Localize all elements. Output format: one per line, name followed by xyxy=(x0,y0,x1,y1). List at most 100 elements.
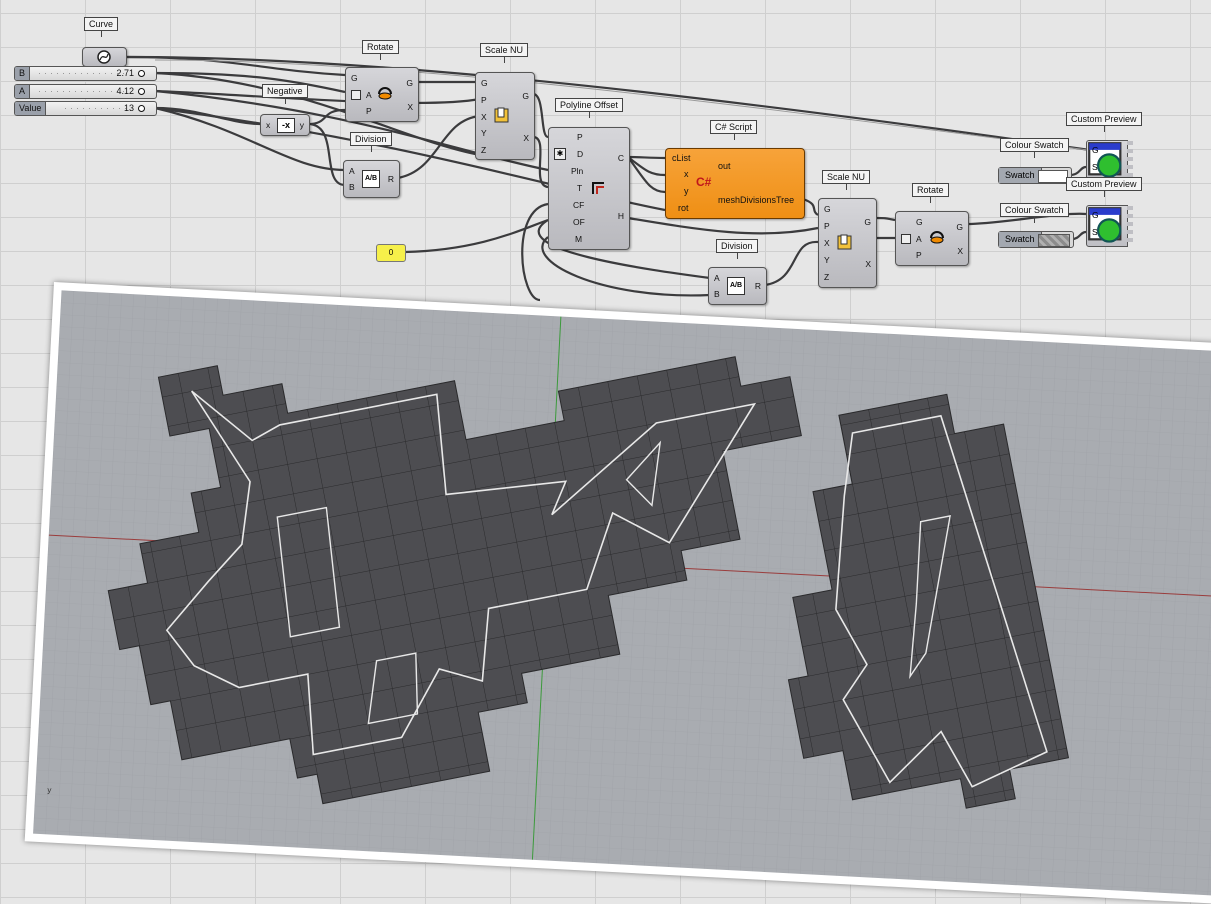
polyline-offset-input-pln[interactable]: Pln xyxy=(571,166,583,176)
rotate2-output-x[interactable]: X xyxy=(957,246,963,256)
wire xyxy=(307,122,346,187)
slider-a-grip[interactable] xyxy=(138,88,145,95)
csharp-output-out[interactable]: out xyxy=(718,161,731,172)
division2-input-b[interactable]: B xyxy=(714,289,720,299)
scale-nu1-input-x[interactable]: X xyxy=(481,112,487,122)
rotate2-component[interactable]: G A P G X xyxy=(895,211,969,266)
scale-nu2-input-g[interactable]: G xyxy=(824,204,831,214)
colour-swatch2-chip[interactable] xyxy=(1038,234,1070,247)
custom-preview1-input-s[interactable]: S xyxy=(1092,162,1098,172)
polyline-offset-icon xyxy=(592,182,604,194)
angle-toggle-icon[interactable] xyxy=(901,234,911,244)
rotate1-input-a[interactable]: A xyxy=(366,90,372,100)
rotate1-input-g[interactable]: G xyxy=(351,73,358,83)
polyline-offset-input-of[interactable]: OF xyxy=(573,217,585,227)
slider-a[interactable]: A 4.12 xyxy=(14,84,157,99)
preview-torn-edge xyxy=(1127,206,1133,246)
rotate1-output-g[interactable]: G xyxy=(406,78,413,88)
scale-nu2-input-y[interactable]: Y xyxy=(824,255,830,265)
rotate1-input-p[interactable]: P xyxy=(366,106,372,116)
rotate1-label: Rotate xyxy=(362,40,399,60)
wire xyxy=(532,135,549,189)
custom-preview1-component[interactable]: G S xyxy=(1086,140,1133,182)
csharp-input-rot[interactable]: rot xyxy=(678,203,689,214)
scale-nu1-input-g[interactable]: G xyxy=(481,78,488,88)
wire xyxy=(1069,165,1087,177)
curve-label: Curve xyxy=(84,17,119,37)
custom-preview2-input-s[interactable]: S xyxy=(1092,227,1098,237)
polyline-offset-input-cf[interactable]: CF xyxy=(573,200,584,210)
rhino-viewport[interactable]: y xyxy=(33,290,1211,896)
rotate1-output-x[interactable]: X xyxy=(407,102,413,112)
rotate2-input-p[interactable]: P xyxy=(916,250,922,260)
slider-a-track xyxy=(39,91,126,92)
slider-value-grip[interactable] xyxy=(138,105,145,112)
division1-input-a[interactable]: A xyxy=(349,166,355,176)
scale-nu1-output-g[interactable]: G xyxy=(522,91,529,101)
scale-nu2-input-x[interactable]: X xyxy=(824,238,830,248)
rotate2-output-g[interactable]: G xyxy=(956,222,963,232)
division-icon: A/B xyxy=(727,277,745,295)
curve-param[interactable] xyxy=(82,47,127,67)
polyline-offset-input-m[interactable]: M xyxy=(575,234,582,244)
wire xyxy=(521,202,549,302)
negative-output-y[interactable]: y xyxy=(300,120,304,130)
csharp-output-mesh-divisions-tree[interactable]: meshDivisionsTree xyxy=(718,195,794,206)
scale-nu2-output-x[interactable]: X xyxy=(865,259,871,269)
preview-torn-edge xyxy=(1127,141,1133,181)
custom-preview2-input-g[interactable]: G xyxy=(1092,210,1099,220)
wire xyxy=(627,216,819,235)
slider-b-value: 2.71 xyxy=(116,68,134,78)
colour-swatch2-name: Swatch xyxy=(999,232,1042,247)
colour-swatch2[interactable]: Swatch xyxy=(998,231,1074,248)
csharp-script-component[interactable]: cList x y rot C# out meshDivisionsTree xyxy=(665,148,805,219)
scale-nu2-label: Scale NU xyxy=(822,170,871,190)
csharp-input-x[interactable]: x xyxy=(684,169,689,180)
slider-b[interactable]: B 2.71 xyxy=(14,66,157,81)
scale-nu1-output-x[interactable]: X xyxy=(523,133,529,143)
polyline-offset-input-t[interactable]: T xyxy=(577,183,582,193)
scale-nu2-input-z[interactable]: Z xyxy=(824,272,829,282)
scale-nu-icon xyxy=(494,107,509,123)
scale-nu1-input-p[interactable]: P xyxy=(481,95,487,105)
division1-output-r[interactable]: R xyxy=(388,174,394,184)
colour-swatch1-chip[interactable] xyxy=(1038,170,1068,183)
division2-output-r[interactable]: R xyxy=(755,281,761,291)
graft-icon[interactable]: ✱ xyxy=(554,148,566,160)
rotate2-input-a[interactable]: A xyxy=(916,234,922,244)
number-panel[interactable]: 0 xyxy=(376,244,406,262)
scale-nu1-component[interactable]: G P X Y Z G X xyxy=(475,72,535,160)
polyline-offset-label: Polyline Offset xyxy=(555,98,623,118)
polyline-offset-input-d[interactable]: D xyxy=(577,149,583,159)
slider-b-grip[interactable] xyxy=(138,70,145,77)
csharp-input-y[interactable]: y xyxy=(684,186,689,197)
slider-value-track xyxy=(65,108,126,109)
scale-nu2-component[interactable]: G P X Y Z G X xyxy=(818,198,877,288)
rotate2-label: Rotate xyxy=(912,183,949,203)
colour-swatch1[interactable]: Swatch xyxy=(998,167,1072,184)
rotate2-input-g[interactable]: G xyxy=(916,217,923,227)
scale-nu1-input-z[interactable]: Z xyxy=(481,145,486,155)
negative-component[interactable]: x -x y xyxy=(260,114,310,136)
negative-input-x[interactable]: x xyxy=(266,120,270,130)
slider-value[interactable]: Value 13 xyxy=(14,101,157,116)
scale-nu2-output-g[interactable]: G xyxy=(864,217,871,227)
polyline-offset-output-h[interactable]: H xyxy=(618,211,624,221)
rotate1-component[interactable]: G A P G X xyxy=(345,67,419,122)
rotate-icon xyxy=(378,87,392,100)
division2-input-a[interactable]: A xyxy=(714,273,720,283)
division-icon: A/B xyxy=(362,170,380,188)
division2-component[interactable]: A B A/B R xyxy=(708,267,767,305)
scale-nu2-input-p[interactable]: P xyxy=(824,221,830,231)
polyline-offset-input-p[interactable]: P xyxy=(577,132,583,142)
custom-preview1-input-g[interactable]: G xyxy=(1092,145,1099,155)
division1-input-b[interactable]: B xyxy=(349,182,355,192)
division1-component[interactable]: A B A/B R xyxy=(343,160,400,198)
custom-preview2-component[interactable]: G S xyxy=(1086,205,1133,247)
polyline-offset-output-c[interactable]: C xyxy=(618,153,624,163)
csharp-input-clist[interactable]: cList xyxy=(672,153,691,164)
polyline-offset-component[interactable]: P D Pln T CF OF M ✱ C H xyxy=(548,127,630,250)
angle-toggle-icon[interactable] xyxy=(351,90,361,100)
wire xyxy=(154,71,481,157)
scale-nu1-input-y[interactable]: Y xyxy=(481,128,487,138)
